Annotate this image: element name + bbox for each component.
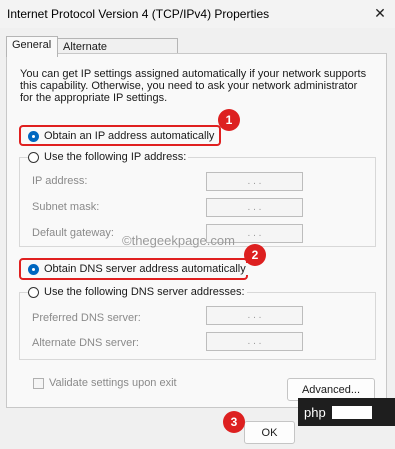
radio-label: Use the following IP address:	[44, 151, 187, 163]
step-badge-3: 3	[223, 411, 245, 433]
tab-general[interactable]: General	[6, 36, 58, 57]
step-badge-1: 1	[218, 109, 240, 131]
alternate-dns-input[interactable]: . . .	[206, 332, 303, 351]
radio-checked-icon	[28, 263, 39, 275]
php-logo-text: php	[304, 404, 326, 420]
ip-address-input[interactable]: . . .	[206, 172, 303, 191]
title-bar: Internet Protocol Version 4 (TCP/IPv4) P…	[0, 0, 395, 28]
tab-label: General	[12, 39, 52, 51]
ip-dots: . . .	[247, 310, 262, 321]
radio-checked-icon	[28, 130, 39, 142]
preferred-dns-input[interactable]: . . .	[206, 306, 303, 325]
ip-dots: . . .	[247, 228, 262, 239]
radio-obtain-dns-auto[interactable]: Obtain DNS server address automatically	[28, 263, 248, 275]
watermark: ©thegeekpage.com	[122, 233, 235, 248]
checkbox-icon	[33, 377, 44, 389]
dns-groupbox	[19, 292, 376, 360]
ip-dots: . . .	[247, 202, 262, 213]
php-watermark-overlay: php	[298, 398, 395, 426]
preferred-dns-label: Preferred DNS server:	[32, 312, 141, 324]
radio-use-following-ip[interactable]: Use the following IP address:	[28, 151, 189, 163]
radio-unchecked-icon	[28, 151, 39, 163]
validate-settings-checkbox[interactable]: Validate settings upon exit	[33, 377, 177, 389]
step-badge-2: 2	[244, 244, 266, 266]
radio-use-following-dns[interactable]: Use the following DNS server addresses:	[28, 286, 247, 298]
close-icon[interactable]: ✕	[365, 0, 395, 26]
info-text: You can get IP settings assigned automat…	[20, 68, 367, 104]
radio-obtain-ip-auto[interactable]: Obtain an IP address automatically	[28, 130, 217, 142]
radio-label: Obtain DNS server address automatically	[44, 263, 246, 275]
subnet-mask-label: Subnet mask:	[32, 201, 100, 213]
checkbox-label: Validate settings upon exit	[49, 377, 177, 389]
default-gateway-label: Default gateway:	[32, 227, 114, 239]
ok-button[interactable]: OK	[244, 421, 295, 444]
radio-label: Use the following DNS server addresses:	[44, 286, 245, 298]
radio-unchecked-icon	[28, 286, 39, 298]
php-blank-bar	[331, 405, 372, 419]
window-title: Internet Protocol Version 4 (TCP/IPv4) P…	[7, 7, 270, 21]
subnet-mask-input[interactable]: . . .	[206, 198, 303, 217]
alternate-dns-label: Alternate DNS server:	[32, 337, 139, 349]
radio-label: Obtain an IP address automatically	[44, 130, 215, 142]
ip-dots: . . .	[247, 176, 262, 187]
ip-dots: . . .	[247, 336, 262, 347]
ip-address-label: IP address:	[32, 175, 88, 187]
